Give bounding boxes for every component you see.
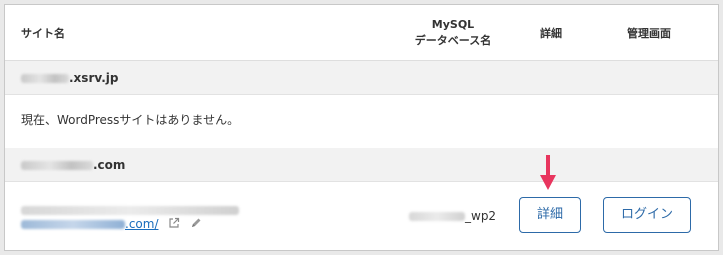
domain-name: .com bbox=[21, 158, 125, 172]
pencil-icon[interactable] bbox=[190, 217, 202, 232]
db-name-suffix: _wp2 bbox=[465, 209, 497, 223]
site-url-line: .com/ bbox=[21, 217, 202, 232]
header-site-name: サイト名 bbox=[21, 27, 65, 40]
external-link-icon[interactable] bbox=[168, 217, 180, 232]
site-url-suffix: .com/ bbox=[125, 217, 159, 231]
table-header: サイト名 MySQL データベース名 詳細 管理画面 bbox=[5, 5, 718, 61]
domain-row: .com bbox=[5, 148, 718, 182]
domain-name: .xsrv.jp bbox=[21, 71, 118, 85]
domain-row: .xsrv.jp bbox=[5, 61, 718, 95]
detail-button[interactable]: 詳細 bbox=[519, 197, 581, 233]
header-detail: 詳細 bbox=[540, 27, 562, 40]
header-mysql-db-name: MySQL データベース名 bbox=[403, 17, 503, 49]
header-db-line2: データベース名 bbox=[414, 34, 492, 47]
domain-suffix: .xsrv.jp bbox=[69, 71, 119, 85]
empty-site-message: 現在、WordPressサイトはありません。 bbox=[21, 113, 240, 127]
header-db-line1: MySQL bbox=[431, 18, 475, 31]
redacted-text bbox=[21, 220, 125, 229]
redacted-text bbox=[21, 74, 69, 83]
redacted-text bbox=[21, 161, 93, 170]
down-arrow-annotation-icon bbox=[540, 155, 556, 190]
domain-suffix: .com bbox=[93, 158, 126, 172]
login-button[interactable]: ログイン bbox=[603, 197, 691, 233]
mysql-db-name: _wp2 bbox=[409, 209, 496, 223]
header-admin: 管理画面 bbox=[627, 27, 671, 40]
redacted-text bbox=[21, 206, 239, 215]
redacted-text bbox=[409, 212, 465, 221]
wordpress-site-list-panel: サイト名 MySQL データベース名 詳細 管理画面 .xsrv.jp 現在、W… bbox=[4, 4, 719, 251]
site-url-link[interactable]: .com/ bbox=[21, 217, 159, 231]
